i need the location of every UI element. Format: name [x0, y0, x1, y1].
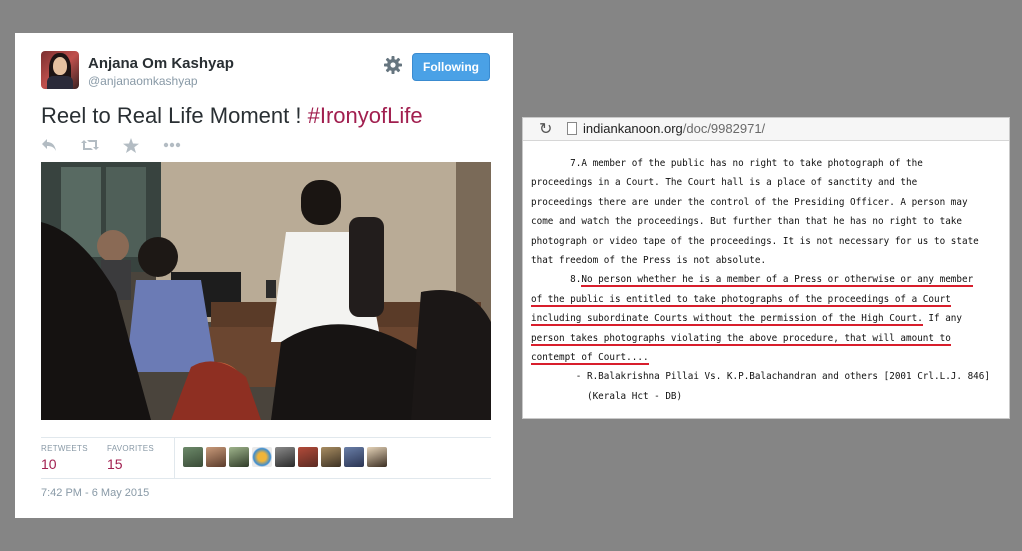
document-body: 7.A member of the public has no right to…: [531, 154, 1007, 406]
underlined-text: contempt of Court....: [531, 352, 649, 366]
citation-line: - R.Balakrishna Pillai Vs. K.P.Balachand…: [531, 371, 990, 383]
paragraph-line: 7.A member of the public has no right to…: [531, 158, 923, 169]
avatar[interactable]: [344, 447, 364, 467]
retweets-stat[interactable]: RETWEETS 10: [41, 444, 88, 472]
tweet-stats: RETWEETS 10 FAVORITES 15: [41, 437, 491, 479]
user-name[interactable]: Anjana Om Kashyap: [88, 55, 234, 72]
avatar[interactable]: [321, 447, 341, 467]
citation-line: (Kerala Hct - DB): [531, 390, 683, 402]
tweet-photo[interactable]: [41, 162, 491, 420]
paragraph-line: come and watch the proceedings. But furt…: [531, 216, 962, 228]
hashtag-link[interactable]: #IronyofLife: [308, 103, 423, 128]
avatar[interactable]: [206, 447, 226, 467]
favorites-label: FAVORITES: [107, 444, 155, 453]
gear-icon[interactable]: [383, 55, 403, 75]
reply-icon[interactable]: [41, 138, 57, 152]
retweet-icon[interactable]: [81, 138, 99, 152]
more-icon[interactable]: [163, 142, 181, 148]
paragraph-line: proceedings there are under the control …: [531, 196, 968, 208]
highlighted-line: including subordinate Courts without the…: [531, 309, 1007, 328]
tweet-actions: [41, 137, 181, 153]
favoriters-avatars: [183, 447, 387, 467]
user-handle[interactable]: @anjanaomkashyap: [88, 74, 198, 88]
url-text[interactable]: indiankanoon.org/doc/9982971/: [583, 121, 765, 136]
avatar[interactable]: [41, 51, 79, 89]
favorite-icon[interactable]: [123, 137, 139, 153]
reload-icon[interactable]: ↻: [539, 119, 552, 139]
address-bar[interactable]: ↻ indiankanoon.org/doc/9982971/: [523, 118, 1009, 141]
highlighted-line: of the public is entitled to take photog…: [531, 290, 1007, 309]
url-host: indiankanoon.org: [583, 121, 683, 136]
url-path: /doc/9982971/: [682, 121, 766, 136]
page-icon: [567, 122, 577, 135]
favorites-stat[interactable]: FAVORITES 15: [107, 444, 154, 472]
paragraph-line: that freedom of the Press is not absolut…: [531, 255, 767, 267]
favorites-count: 15: [107, 456, 123, 472]
tweet-text-main: Reel to Real Life Moment !: [41, 103, 302, 128]
retweets-label: RETWEETS: [41, 444, 88, 453]
highlighted-line: contempt of Court....: [531, 348, 1007, 367]
avatar[interactable]: [367, 447, 387, 467]
tweet-card: Anjana Om Kashyap @anjanaomkashyap Follo…: [15, 33, 513, 518]
highlighted-line: 8.No person whether he is a member of a …: [531, 270, 1007, 289]
highlighted-line: person takes photographs violating the a…: [531, 329, 1007, 348]
avatar[interactable]: [275, 447, 295, 467]
paragraph-line: photograph or video tape of the proceedi…: [531, 235, 979, 247]
tweet-timestamp[interactable]: 7:42 PM - 6 May 2015: [41, 487, 149, 499]
underlined-text: No person whether he is a member of a Pr…: [581, 274, 974, 288]
paragraph-line: proceedings in a Court. The Court hall i…: [531, 177, 918, 189]
stats-divider: [174, 438, 175, 478]
browser-window: ↻ indiankanoon.org/doc/9982971/ 7.A memb…: [522, 117, 1010, 419]
avatar[interactable]: [183, 447, 203, 467]
avatar[interactable]: [229, 447, 249, 467]
avatar[interactable]: [298, 447, 318, 467]
underlined-text: including subordinate Courts without the…: [531, 313, 923, 327]
following-button[interactable]: Following: [412, 53, 490, 81]
avatar[interactable]: [252, 447, 272, 467]
retweets-count: 10: [41, 456, 57, 472]
underlined-text: person takes photographs violating the a…: [531, 332, 951, 346]
tweet-text: Reel to Real Life Moment ! #IronyofLife: [41, 103, 423, 129]
plain-text: If any: [922, 313, 962, 325]
courtroom-photo-image: [41, 162, 491, 420]
underlined-text: of the public is entitled to take photog…: [531, 293, 951, 307]
para8-number: 8.: [531, 274, 582, 286]
